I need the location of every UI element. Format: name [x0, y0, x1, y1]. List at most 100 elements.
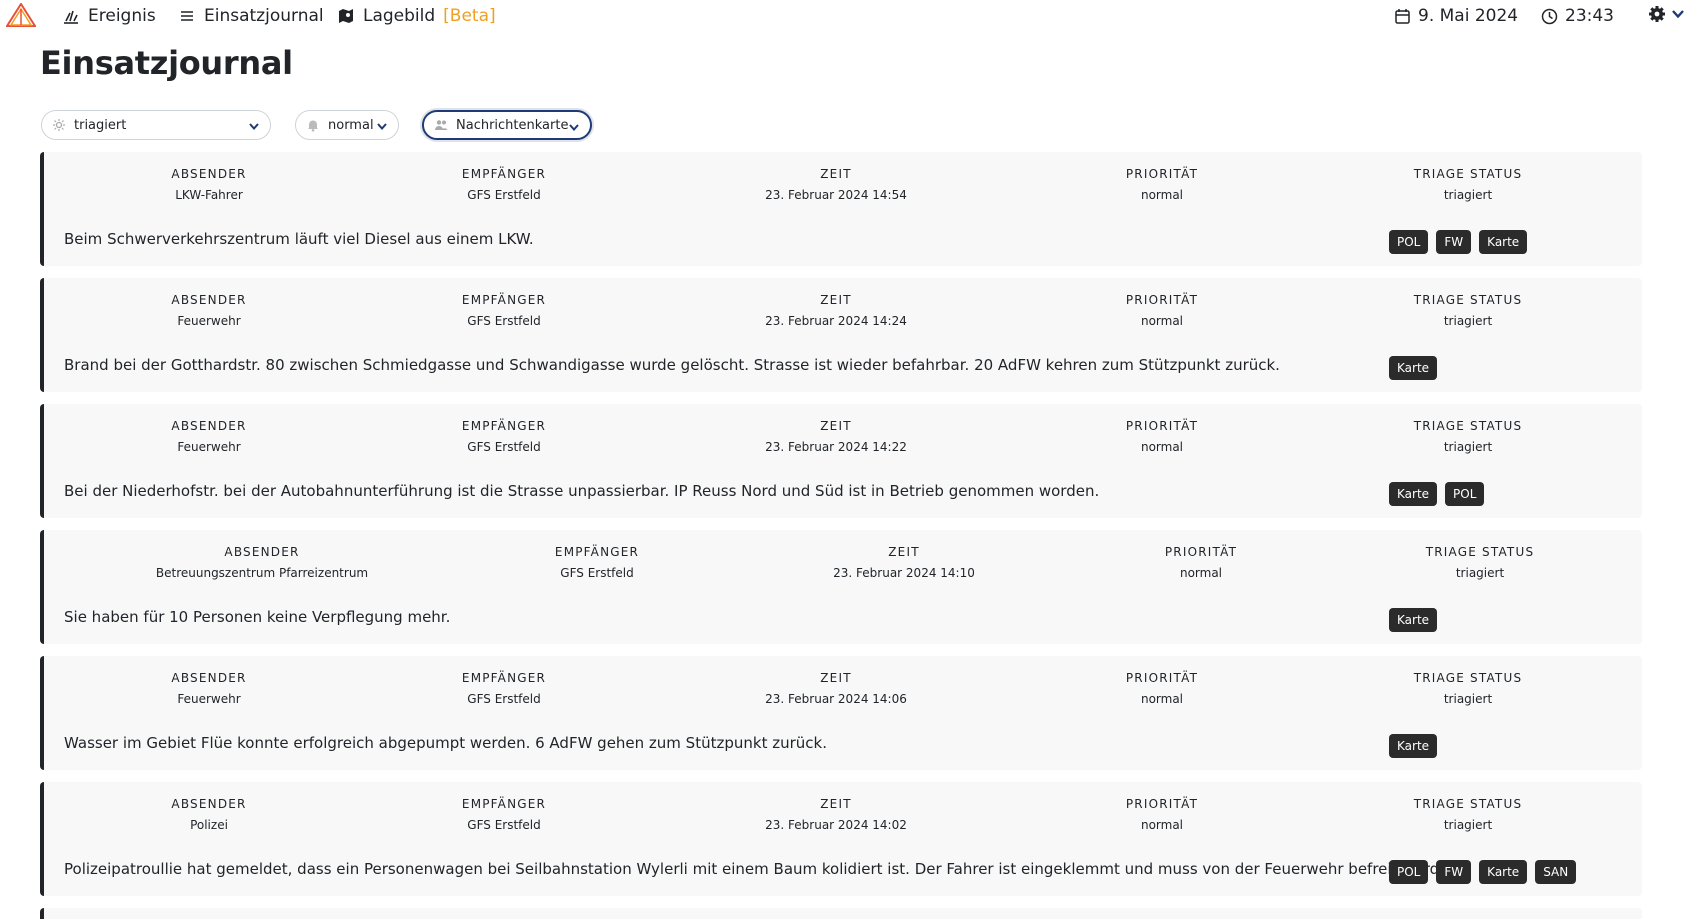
entry-recipient-column: EMPFÄNGER GFS Erstfeld — [555, 545, 639, 580]
settings-menu[interactable] — [1648, 5, 1685, 23]
entry-tags: POL FW Karte SAN — [1389, 860, 1577, 884]
sender-value: Polizei — [190, 818, 228, 832]
journal-entry-card[interactable]: ABSENDER Feuerwehr EMPFÄNGER GFS Erstfeld ZE… — [40, 656, 1642, 770]
top-navigation: Ereignis Einsatzjournal Lagebild [Beta] … — [0, 0, 1692, 32]
time-value: 23. Februar 2024 14:24 — [765, 314, 907, 328]
entry-message-text: Brand bei der Gotthardstr. 80 zwischen S… — [64, 356, 1280, 374]
map-icon — [339, 9, 353, 23]
triage-status-value: triagiert — [74, 117, 127, 133]
nav-label-ereignis: Ereignis — [88, 6, 156, 26]
priority-value: normal — [328, 117, 374, 133]
priority-value: normal — [1140, 188, 1184, 202]
entry-tags: POL FW Karte — [1389, 230, 1528, 254]
nav-item-ereignis[interactable]: Ereignis — [62, 4, 156, 28]
tag-fw[interactable]: FW — [1436, 860, 1472, 884]
view-filter[interactable]: Nachrichtenkarte — [422, 110, 592, 140]
logo-icon[interactable] — [6, 3, 36, 27]
status-value: triagiert — [1443, 188, 1493, 202]
status-value: triagiert — [1443, 314, 1493, 328]
entry-status-column: TRIAGE STATUS triagiert — [1414, 293, 1523, 328]
incident-icon — [64, 10, 78, 24]
priority-value: normal — [1179, 566, 1223, 580]
recipient-label: EMPFÄNGER — [461, 419, 547, 433]
entry-meta: ABSENDER Betreuungszentrum Pfarreizentrum… — [64, 545, 1642, 585]
recipient-label: EMPFÄNGER — [461, 797, 547, 811]
tag-pol[interactable]: POL — [1389, 230, 1429, 254]
calendar-icon — [1395, 8, 1410, 24]
entry-status-column: TRIAGE STATUS triagiert — [1414, 671, 1523, 706]
journal-entry-card[interactable]: ABSENDER Feuerwehr EMPFÄNGER GFS Erstfeld ZE… — [40, 404, 1642, 518]
page-title: Einsatzjournal — [40, 44, 293, 82]
sender-label: ABSENDER — [171, 167, 247, 181]
triage-status-filter[interactable]: triagiert — [41, 110, 271, 140]
status-label: TRIAGE STATUS — [1425, 545, 1535, 559]
priority-filter[interactable]: normal — [295, 110, 399, 140]
journal-entry-card[interactable]: ABSENDER Feuerwehr EMPFÄNGER GFS Erstfeld ZE… — [40, 278, 1642, 392]
entry-tags: Karte — [1389, 608, 1438, 632]
status-label: TRIAGE STATUS — [1413, 671, 1523, 685]
triage-icon — [53, 119, 65, 131]
sender-value: LKW-Fahrer — [175, 188, 243, 202]
tag-pol[interactable]: POL — [1389, 860, 1429, 884]
entry-time-column: ZEIT 23. Februar 2024 14:10 — [833, 545, 975, 580]
sender-label: ABSENDER — [171, 671, 247, 685]
entry-time-column: ZEIT 23. Februar 2024 14:24 — [765, 293, 907, 328]
journal-entry-card[interactable]: ABSENDER LKW-Fahrer EMPFÄNGER GFS Erstfeld Z… — [40, 152, 1642, 266]
date-display: 9. Mai 2024 — [1394, 4, 1518, 28]
time-label: ZEIT — [820, 167, 852, 181]
nav-item-lagebild[interactable]: Lagebild [Beta] — [337, 4, 496, 28]
tag-karte[interactable]: Karte — [1389, 482, 1438, 506]
nav-item-einsatzjournal[interactable]: Einsatzjournal — [178, 4, 324, 28]
journal-entry-card[interactable]: ABSENDER Polizei EMPFÄNGER GFS Erstfeld ZEIT… — [40, 782, 1642, 896]
tag-fw[interactable]: FW — [1436, 230, 1472, 254]
entry-meta: ABSENDER Feuerwehr EMPFÄNGER GFS Erstfeld ZE… — [64, 671, 1642, 711]
status-value: triagiert — [1455, 566, 1505, 580]
recipient-label: EMPFÄNGER — [461, 167, 547, 181]
tag-karte[interactable]: Karte — [1389, 356, 1438, 380]
people-icon — [435, 120, 448, 130]
priority-value: normal — [1140, 692, 1184, 706]
entry-priority-column: PRIORITÄT normal — [1126, 797, 1198, 832]
tag-san[interactable]: SAN — [1535, 860, 1577, 884]
entry-meta: ABSENDER LKW-Fahrer EMPFÄNGER GFS Erstfeld Z… — [64, 167, 1642, 207]
chevron-down-icon — [1672, 10, 1684, 19]
entry-time-column: ZEIT 23. Februar 2024 14:02 — [765, 797, 907, 832]
time-value: 23. Februar 2024 14:02 — [765, 818, 907, 832]
time-value: 23. Februar 2024 14:22 — [765, 440, 907, 454]
tag-karte[interactable]: Karte — [1479, 860, 1528, 884]
entry-message-text: Sie haben für 10 Personen keine Verpfleg… — [64, 608, 451, 626]
tag-karte[interactable]: Karte — [1389, 608, 1438, 632]
time-value: 23. Februar 2024 14:54 — [765, 188, 907, 202]
tag-karte[interactable]: Karte — [1479, 230, 1528, 254]
entry-priority-column: PRIORITÄT normal — [1126, 293, 1198, 328]
journal-entry-card-partial[interactable] — [40, 908, 1642, 919]
chevron-down-icon — [249, 123, 259, 131]
bell-icon — [308, 120, 318, 132]
entry-priority-column: PRIORITÄT normal — [1126, 167, 1198, 202]
sender-value: Betreuungszentrum Pfarreizentrum — [155, 566, 369, 580]
nav-label-einsatzjournal: Einsatzjournal — [204, 6, 324, 26]
entry-time-column: ZEIT 23. Februar 2024 14:22 — [765, 419, 907, 454]
entry-recipient-column: EMPFÄNGER GFS Erstfeld — [462, 293, 546, 328]
recipient-label: EMPFÄNGER — [461, 293, 547, 307]
beta-badge: [Beta] — [443, 6, 496, 26]
journal-entry-card[interactable]: ABSENDER Betreuungszentrum Pfarreizentrum… — [40, 530, 1642, 644]
entry-meta: ABSENDER Feuerwehr EMPFÄNGER GFS Erstfeld ZE… — [64, 419, 1642, 459]
status-value: triagiert — [1443, 440, 1493, 454]
entry-sender-column: ABSENDER Feuerwehr — [171, 293, 246, 328]
entry-tags: Karte POL — [1389, 482, 1485, 506]
priority-label: PRIORITÄT — [1125, 167, 1199, 181]
priority-label: PRIORITÄT — [1125, 797, 1199, 811]
sender-value: Feuerwehr — [177, 440, 241, 454]
tag-pol[interactable]: POL — [1445, 482, 1485, 506]
entry-recipient-column: EMPFÄNGER GFS Erstfeld — [462, 671, 546, 706]
recipient-value: GFS Erstfeld — [467, 692, 541, 706]
entry-time-column: ZEIT 23. Februar 2024 14:06 — [765, 671, 907, 706]
recipient-label: EMPFÄNGER — [554, 545, 640, 559]
tag-karte[interactable]: Karte — [1389, 734, 1438, 758]
sender-value: Feuerwehr — [177, 692, 241, 706]
recipient-value: GFS Erstfeld — [560, 566, 634, 580]
entry-recipient-column: EMPFÄNGER GFS Erstfeld — [462, 167, 546, 202]
entry-status-column: TRIAGE STATUS triagiert — [1414, 167, 1523, 202]
status-value: triagiert — [1443, 818, 1493, 832]
